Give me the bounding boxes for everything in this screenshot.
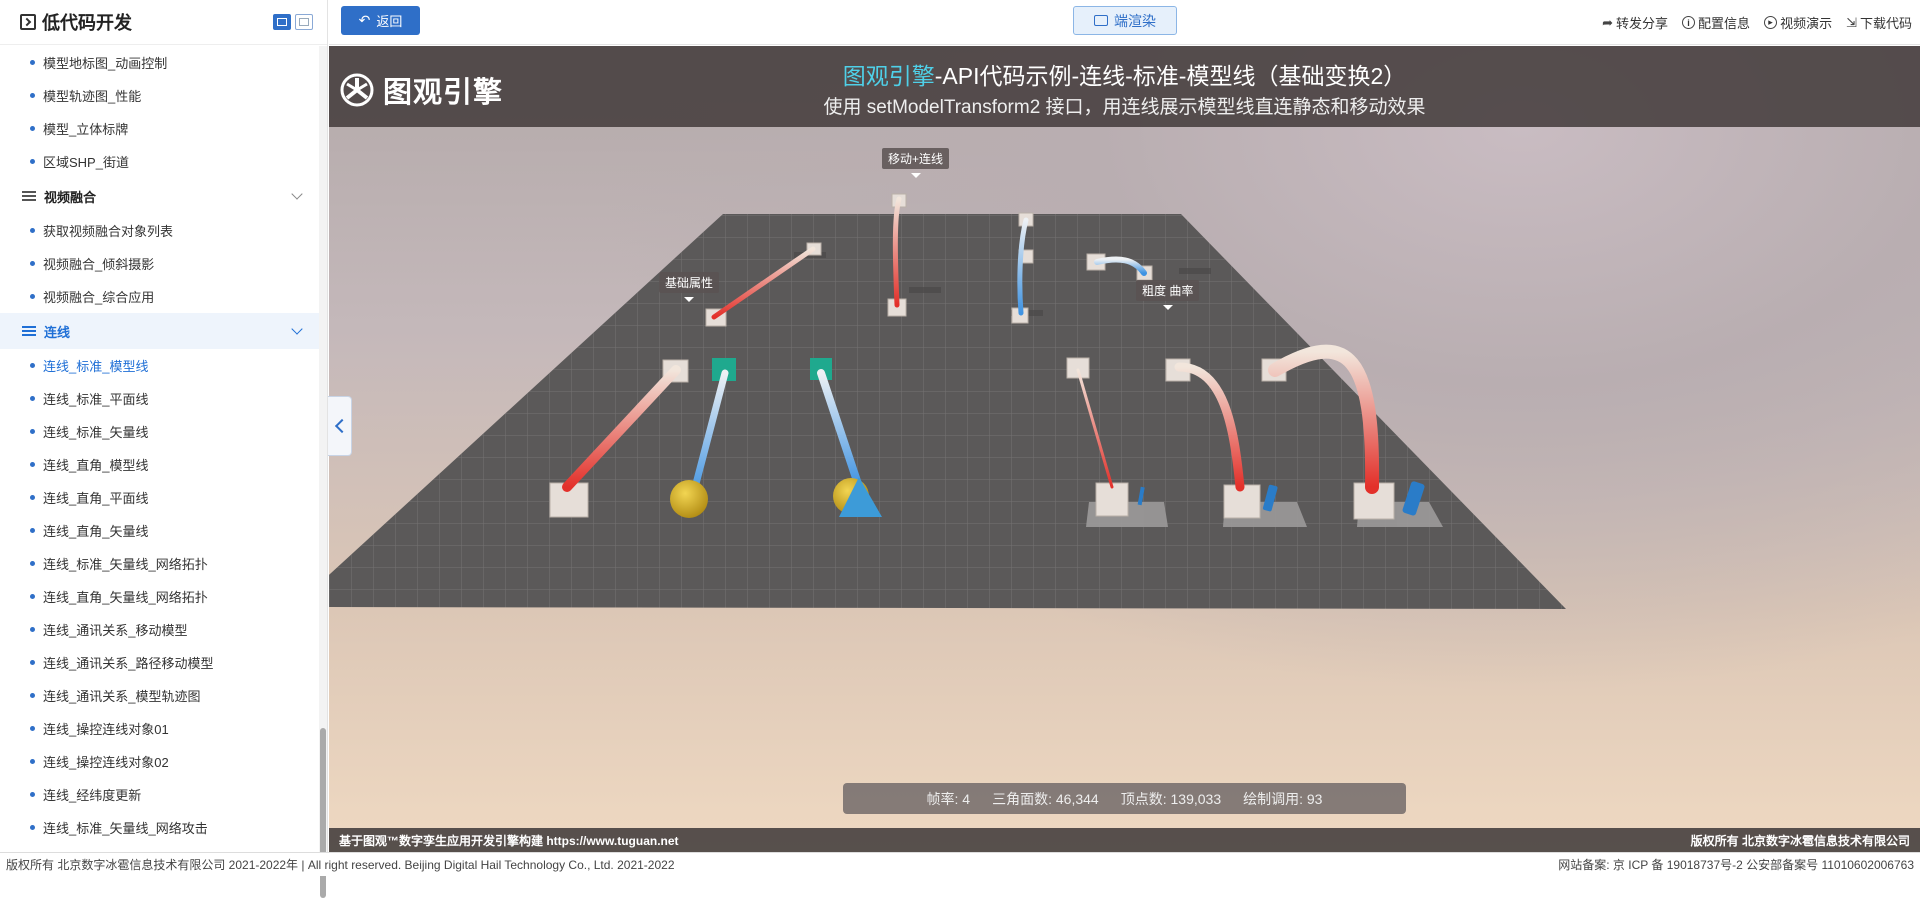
sidebar-item[interactable]: 连线_操控连线对象01 [0,712,319,745]
sidebar-item[interactable]: 区域SHP_街道 [0,145,319,178]
list-view-icon[interactable] [273,14,291,30]
monitor-icon [1094,15,1108,26]
sidebar-item-active[interactable]: 连线_标准_模型线 [0,349,319,382]
bullet-icon [30,693,35,698]
share-link[interactable]: ➦ 转发分享 [1602,13,1668,32]
code-icon [20,14,36,30]
drawcalls-stat: 绘制调用: 93 [1243,790,1323,807]
bullet-icon [30,792,35,797]
chevron-left-icon [334,418,349,434]
scene-label-basic: 基础属性 [659,272,720,302]
view-toggle [273,14,313,30]
page-title: 图观引擎-API代码示例-连线-标准-模型线（基础变换2） [842,63,1407,89]
bullet-icon [30,261,35,266]
render-viewport[interactable]: 图观引擎 图观引擎-API代码示例-连线-标准-模型线（基础变换2） 使用 se… [329,46,1920,852]
vertices-stat: 顶点数: 139,033 [1120,790,1222,807]
title-banner: 图观引擎 图观引擎-API代码示例-连线-标准-模型线（基础变换2） 使用 se… [329,46,1920,127]
sidebar-item[interactable]: 连线_通讯关系_移动模型 [0,613,319,646]
back-button[interactable]: ↶ 返回 [341,6,420,35]
copyright-owner: 版权所有 北京数字冰雹信息技术有限公司 [1690,833,1910,848]
fps-stat: 帧率: 4 [926,790,971,807]
download-icon: ⇲ [1846,14,1857,30]
sidebar-item[interactable]: 连线_标准_矢量线_网络拓扑 [0,547,319,580]
triangles-stat: 三角面数: 46,344 [992,790,1099,807]
engine-credit: 基于图观™数字孪生应用开发引擎构建 https://www.tuguan.net [339,833,679,848]
download-code-link[interactable]: ⇲ 下载代码 [1846,13,1912,32]
scene-label-move: 移动+连线 [882,148,950,178]
icp-record: 网站备案: 京 ICP 备 19018737号-2 公安部备案号 1101060… [1558,858,1914,872]
bullet-icon [30,594,35,599]
bullet-icon [30,396,35,401]
sidebar-group-video[interactable]: 视频融合 [0,178,319,214]
sidebar-item[interactable]: 连线_直角_矢量线 [0,514,319,547]
sidebar: 低代码开发 模型地标图_动画控制 模型轨迹图_性能 模型_立体标牌 区域SHP_… [0,0,328,898]
bullet-icon [30,528,35,533]
bullet-icon [30,363,35,368]
render-stats: 帧率: 4 三角面数: 46,344 顶点数: 139,033 绘制调用: 93 [843,783,1406,814]
info-icon: i [1682,16,1696,29]
video-demo-link[interactable]: ▸ 视频演示 [1764,13,1832,32]
sidebar-item[interactable]: 模型轨迹图_性能 [0,79,319,112]
sidebar-item[interactable]: 视频融合_综合应用 [0,280,319,313]
sidebar-list: 模型地标图_动画控制 模型轨迹图_性能 模型_立体标牌 区域SHP_街道 视频融… [0,46,319,852]
top-bar: ↶ 返回 端渲染 ➦ 转发分享 i 配置信息 ▸ 视频演示 ⇲ 下载代码 [329,0,1920,45]
sidebar-item[interactable]: 连线_直角_模型线 [0,448,319,481]
sidebar-title: 低代码开发 [42,13,132,33]
sidebar-item[interactable]: 连线_直角_平面线 [0,481,319,514]
sidebar-item[interactable]: 视频融合_倾斜摄影 [0,247,319,280]
top-links: ➦ 转发分享 i 配置信息 ▸ 视频演示 ⇲ 下载代码 [1602,0,1912,45]
share-icon: ➦ [1602,14,1614,30]
chevron-down-icon [291,188,303,200]
sidebar-item[interactable]: 连线_标准_平面线 [0,382,319,415]
bullet-icon [30,93,35,98]
bullet-icon [30,495,35,500]
sidebar-header: 低代码开发 [0,0,327,45]
sidebar-item[interactable]: 连线_经纬度更新 [0,778,319,811]
page-subtitle: 使用 setModelTransform2 接口，用连线展示模型线直连静态和移动… [823,97,1426,118]
render-mode-button[interactable]: 端渲染 [1073,6,1177,35]
bullet-icon [30,660,35,665]
sidebar-item[interactable]: 连线_标准_矢量线 [0,415,319,448]
3d-scene [329,193,1566,609]
sidebar-item[interactable]: 连线_标准_矢量线_网络攻击 [0,811,319,844]
sidebar-item[interactable]: 连线_直角_矢量线_网络拓扑 [0,580,319,613]
sidebar-item[interactable]: 连线_通讯关系_路径移动模型 [0,646,319,679]
chevron-down-icon [291,323,303,335]
bullet-icon [30,60,35,65]
play-icon: ▸ [1764,16,1778,29]
list-icon [22,326,36,336]
bullet-icon [30,126,35,131]
scene-label-thickness: 粗度 曲率 [1136,280,1200,310]
bullet-icon [30,726,35,731]
ground-grid [329,214,1566,609]
bullet-icon [30,561,35,566]
sidebar-item[interactable]: 模型地标图_动画控制 [0,46,319,79]
bullet-icon [30,429,35,434]
bullet-icon [30,159,35,164]
copyright-text: 版权所有 北京数字冰雹信息技术有限公司 2021-2022年 | All rig… [6,858,675,872]
bullet-icon [30,627,35,632]
bullet-icon [30,462,35,467]
bullet-icon [30,759,35,764]
sidebar-item[interactable]: 模型_立体标牌 [0,112,319,145]
viewport-footer: 基于图观™数字孪生应用开发引擎构建 https://www.tuguan.net… [329,828,1920,852]
sidebar-group-line[interactable]: 连线 [0,313,319,349]
bullet-icon [30,294,35,299]
grid-view-icon[interactable] [295,14,313,30]
collapse-sidebar-button[interactable] [328,396,352,456]
bullet-icon [30,228,35,233]
config-link[interactable]: i 配置信息 [1682,13,1750,32]
sidebar-scrollbar[interactable] [319,46,327,898]
yellow-sphere-model [670,480,708,518]
sidebar-item[interactable]: 连线_操控连线对象02 [0,745,319,778]
bullet-icon [30,825,35,830]
sidebar-item[interactable]: 获取视频融合对象列表 [0,214,319,247]
back-arrow-icon: ↶ [358,12,371,28]
page-footer: 版权所有 北京数字冰雹信息技术有限公司 2021-2022年 | All rig… [0,852,1920,876]
sidebar-item[interactable]: 连线_通讯关系_模型轨迹图 [0,679,319,712]
list-icon [22,191,36,201]
